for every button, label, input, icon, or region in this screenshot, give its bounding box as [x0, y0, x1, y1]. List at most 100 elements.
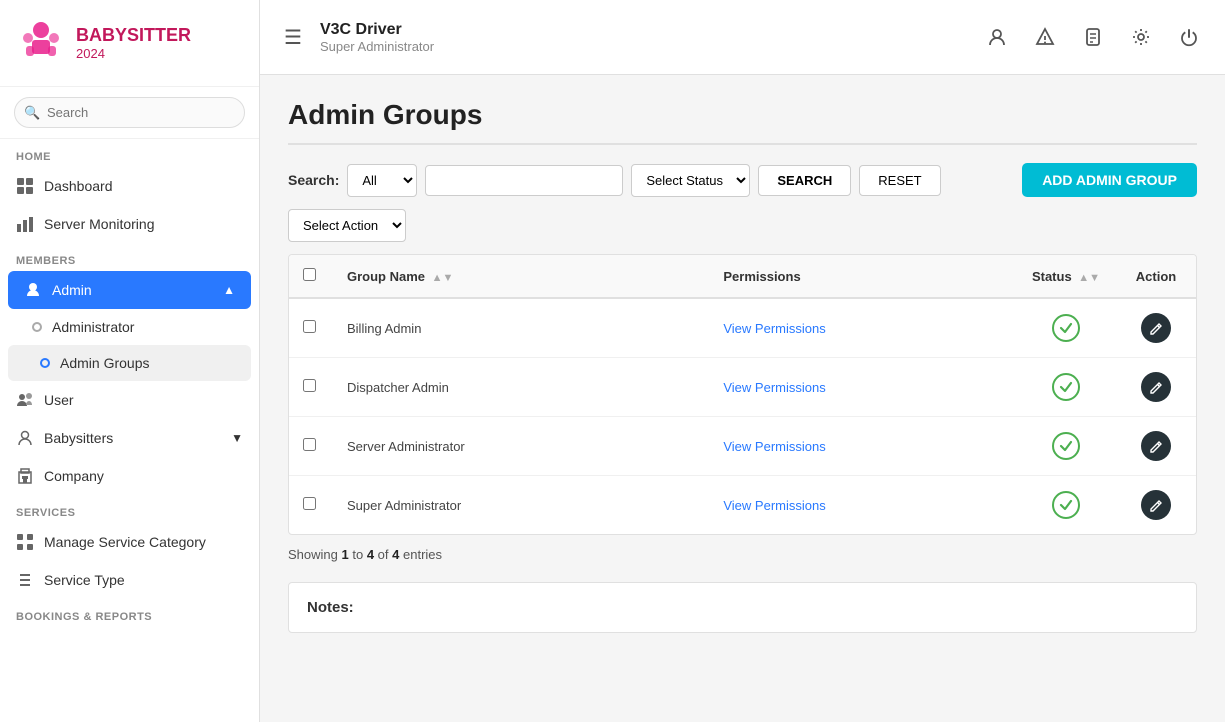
- chevron-up-icon: ▲: [223, 283, 235, 297]
- hamburger-button[interactable]: ☰: [280, 21, 306, 54]
- chevron-down-icon: ▼: [231, 431, 243, 445]
- notes-title: Notes:: [307, 599, 1178, 616]
- sidebar-item-service-type[interactable]: Service Type: [0, 561, 259, 599]
- status-active-icon: [1052, 432, 1080, 460]
- row-checkbox-cell: [289, 476, 333, 535]
- status-active-icon: [1052, 314, 1080, 342]
- action-cell: [1116, 298, 1196, 358]
- sidebar-item-babysitters[interactable]: Babysitters ▼: [0, 419, 259, 457]
- search-bar: Search: All Select Status Active Inactiv…: [288, 163, 1197, 197]
- section-services-label: SERVICES: [0, 495, 259, 523]
- edit-button[interactable]: [1141, 431, 1171, 461]
- document-icon[interactable]: [1077, 21, 1109, 53]
- view-permissions-link[interactable]: View Permissions: [723, 321, 825, 336]
- reset-button[interactable]: RESET: [859, 165, 940, 196]
- power-icon[interactable]: [1173, 21, 1205, 53]
- topbar-title: V3C Driver: [320, 21, 967, 39]
- action-cell: [1116, 417, 1196, 476]
- row-checkbox-cell: [289, 298, 333, 358]
- search-category-select[interactable]: All: [347, 164, 417, 197]
- th-checkbox: [289, 255, 333, 298]
- sidebar-search-input[interactable]: [14, 97, 245, 128]
- sidebar-item-administrator[interactable]: Administrator: [0, 309, 259, 345]
- topbar: ☰ V3C Driver Super Administrator: [260, 0, 1225, 75]
- sub-dot-icon: [32, 322, 42, 332]
- action-cell: [1116, 476, 1196, 535]
- add-admin-group-button[interactable]: ADD ADMIN GROUP: [1022, 163, 1197, 197]
- action-cell: [1116, 358, 1196, 417]
- logo-text-block: BABYSITTER 2024: [76, 25, 191, 62]
- search-label: Search:: [288, 172, 339, 188]
- settings-icon[interactable]: [1125, 21, 1157, 53]
- main-content: ☰ V3C Driver Super Administrator Admin: [260, 0, 1225, 722]
- building-icon: [16, 467, 34, 485]
- section-members-label: MEMBERS: [0, 243, 259, 271]
- people-icon: [16, 391, 34, 409]
- th-permissions: Permissions: [709, 255, 1016, 298]
- person-outline-icon: [16, 429, 34, 447]
- th-status[interactable]: Status ▲▼: [1016, 255, 1116, 298]
- bar-chart-icon: [16, 215, 34, 233]
- sidebar-item-admin[interactable]: Admin ▲: [8, 271, 251, 309]
- table-row: Dispatcher Admin View Permissions: [289, 358, 1196, 417]
- sidebar-item-admin-groups[interactable]: Admin Groups: [8, 345, 251, 381]
- row-checkbox[interactable]: [303, 379, 316, 392]
- status-cell: [1016, 476, 1116, 535]
- permissions-cell: View Permissions: [709, 298, 1016, 358]
- sort-icon: ▲▼: [432, 272, 454, 284]
- sidebar-item-manage-service-category[interactable]: Manage Service Category: [0, 523, 259, 561]
- th-group-name[interactable]: Group Name ▲▼: [333, 255, 709, 298]
- sidebar-item-dashboard[interactable]: Dashboard: [0, 167, 259, 205]
- grid-icon: [16, 177, 34, 195]
- showing-prefix: Showing: [288, 547, 341, 562]
- sidebar-item-server-monitoring[interactable]: Server Monitoring: [0, 205, 259, 243]
- status-cell: [1016, 358, 1116, 417]
- admin-groups-table: Group Name ▲▼ Permissions Status ▲▼ Acti…: [288, 254, 1197, 535]
- edit-button[interactable]: [1141, 372, 1171, 402]
- view-permissions-link[interactable]: View Permissions: [723, 380, 825, 395]
- status-select[interactable]: Select Status Active Inactive: [631, 164, 750, 197]
- table-header-row: Group Name ▲▼ Permissions Status ▲▼ Acti…: [289, 255, 1196, 298]
- select-all-checkbox[interactable]: [303, 268, 316, 281]
- view-permissions-link[interactable]: View Permissions: [723, 439, 825, 454]
- th-action: Action: [1116, 255, 1196, 298]
- sidebar-search-icon: 🔍: [24, 105, 40, 121]
- view-permissions-link[interactable]: View Permissions: [723, 498, 825, 513]
- pagination-info: Showing 1 to 4 of 4 entries: [288, 547, 1197, 562]
- company-label: Company: [44, 468, 104, 484]
- search-text-input[interactable]: [425, 165, 623, 196]
- showing-of-label: of: [378, 547, 392, 562]
- bulk-action-container: Select Action: [288, 209, 1197, 242]
- showing-total: 4: [392, 547, 399, 562]
- manage-service-category-label: Manage Service Category: [44, 534, 206, 550]
- alert-icon[interactable]: [1029, 21, 1061, 53]
- topbar-title-block: V3C Driver Super Administrator: [320, 21, 967, 54]
- table-row: Billing Admin View Permissions: [289, 298, 1196, 358]
- status-cell: [1016, 417, 1116, 476]
- notes-section: Notes:: [288, 582, 1197, 633]
- showing-to-label: to: [352, 547, 366, 562]
- logo-container: BABYSITTER 2024: [0, 0, 259, 87]
- status-cell: [1016, 298, 1116, 358]
- bulk-action-select[interactable]: Select Action: [288, 209, 406, 242]
- row-checkbox-cell: [289, 417, 333, 476]
- permissions-cell: View Permissions: [709, 358, 1016, 417]
- edit-button[interactable]: [1141, 313, 1171, 343]
- row-checkbox[interactable]: [303, 438, 316, 451]
- row-checkbox[interactable]: [303, 497, 316, 510]
- list-icon: [16, 571, 34, 589]
- permissions-cell: View Permissions: [709, 417, 1016, 476]
- sidebar-item-user[interactable]: User: [0, 381, 259, 419]
- server-monitoring-label: Server Monitoring: [44, 216, 155, 232]
- permissions-cell: View Permissions: [709, 476, 1016, 535]
- sidebar-item-company[interactable]: Company: [0, 457, 259, 495]
- administrator-label: Administrator: [52, 319, 134, 335]
- group-name-cell: Server Administrator: [333, 417, 709, 476]
- row-checkbox[interactable]: [303, 320, 316, 333]
- user-profile-icon[interactable]: [981, 21, 1013, 53]
- section-bookings-label: BOOKINGS & REPORTS: [0, 599, 259, 627]
- status-sort-icon: ▲▼: [1078, 272, 1100, 284]
- admin-label: Admin: [52, 282, 92, 298]
- edit-button[interactable]: [1141, 490, 1171, 520]
- search-button[interactable]: SEARCH: [758, 165, 851, 196]
